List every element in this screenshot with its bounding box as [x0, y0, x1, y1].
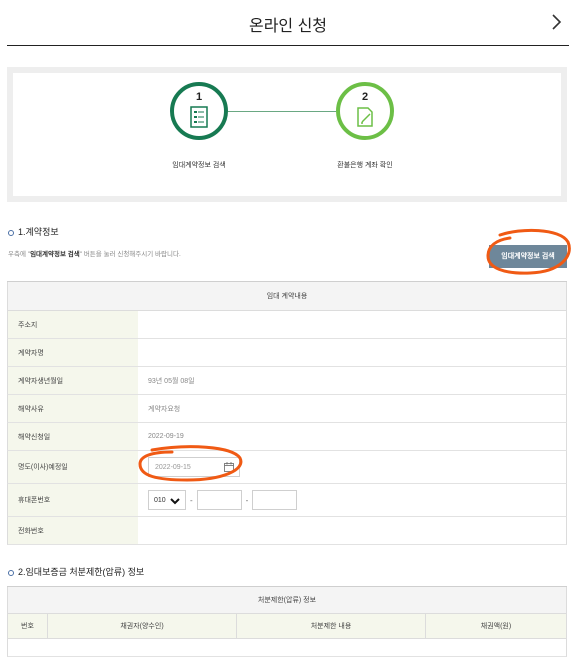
page-title: 온라인 신청	[248, 18, 328, 35]
row-value-tel	[138, 517, 566, 544]
table-row: 전화번호	[7, 517, 567, 545]
bullet-icon	[8, 569, 14, 576]
row-label-mobile: 휴대폰번호	[8, 484, 138, 516]
phone-middle-input[interactable]	[196, 490, 242, 510]
row-value-request-date: 2022-09-19	[148, 433, 184, 440]
step-2-label: 환불은행 계좌 확인	[337, 162, 393, 169]
column-header-amount: 채권액(원)	[480, 623, 512, 630]
phone-prefix-value: 010	[154, 496, 166, 504]
row-label-address: 주소지	[8, 311, 138, 338]
chevron-right-icon[interactable]	[548, 10, 566, 34]
step-1-circle: 1	[170, 82, 228, 140]
garnish-section-title-text: 2.임대보증금 처분제한(압류) 정보	[18, 567, 145, 577]
move-out-date-input[interactable]: 2022-09-15	[148, 457, 240, 477]
row-value-name	[138, 339, 566, 366]
move-out-date-text: 2022-09-15	[155, 463, 191, 471]
column-header-creditor: 채권자(양수인)	[48, 614, 237, 638]
row-label-request-date: 해약신청일	[8, 423, 138, 450]
row-label-name: 계약자명	[8, 339, 138, 366]
row-label-birthdate: 계약자생년월일	[8, 367, 138, 394]
notice-text-post: " 버튼을 눌러 신청해주시기 바랍니다.	[79, 251, 181, 258]
garnish-column-headers: 번호 채권자(양수인) 처분제한 내용 채권액(원)	[7, 614, 567, 639]
row-label-tel: 전화번호	[8, 517, 138, 544]
page-header: 온라인 신청	[0, 0, 576, 46]
step-1-label: 임대계약정보 검색	[172, 162, 226, 169]
table-row: 명도(이사)예정일 2022-09-15	[7, 451, 567, 484]
garnish-table-header: 처분제한(압류) 정보	[7, 587, 567, 614]
row-value-mobile: 010 - -	[138, 484, 566, 516]
garnish-table: 처분제한(압류) 정보 번호 채권자(양수인) 처분제한 내용 채권액(원)	[7, 586, 567, 657]
row-label-move-out: 명도(이사)예정일	[8, 451, 138, 483]
contract-search-button[interactable]: 임대계약정보 검색	[489, 245, 567, 268]
step-2-circle: 2	[336, 82, 394, 140]
step-connector	[228, 111, 336, 112]
column-header-number: 번호	[8, 614, 48, 638]
row-value-birthdate: 93년 05월 08일	[148, 377, 195, 385]
contract-notice: 우측에 "임대계약정보 검색" 버튼을 눌러 신청해주시기 바랍니다.	[8, 248, 181, 258]
notice-text-bold: 임대계약정보 검색	[30, 251, 80, 258]
row-value-reason: 계약자요청	[148, 405, 181, 413]
header-divider	[7, 45, 569, 46]
step-1-number: 1	[195, 91, 203, 103]
garnish-section-title: 2.임대보증금 처분제한(압류) 정보	[8, 565, 144, 578]
contract-section-title: 1.계약정보	[8, 225, 59, 238]
phone-dash-2: -	[245, 495, 249, 505]
column-header-content: 처분제한 내용	[237, 614, 426, 638]
phone-dash-1: -	[190, 495, 193, 505]
steps-panel-inner	[13, 73, 561, 196]
phone-prefix-select[interactable]: 010	[148, 490, 186, 510]
row-label-reason: 해약사유	[8, 395, 138, 422]
step-2-number: 2	[361, 91, 369, 103]
garnish-table-body	[7, 639, 567, 657]
edit-document-icon	[355, 106, 375, 128]
steps-panel	[7, 67, 567, 202]
contract-section-title-text: 1.계약정보	[18, 227, 59, 237]
contract-table: 임대 계약내용 주소지 계약자명 계약자생년월일 93년 05월 08일 해약사…	[7, 281, 567, 545]
contract-table-header: 임대 계약내용	[7, 282, 567, 311]
phone-last-input[interactable]	[252, 490, 298, 510]
row-value-address	[138, 311, 566, 338]
chevron-down-icon	[169, 495, 181, 507]
table-row: 계약자명	[7, 339, 567, 367]
table-row: 해약사유 계약자요청	[7, 395, 567, 423]
table-row: 계약자생년월일 93년 05월 08일	[7, 367, 567, 395]
table-row: 휴대폰번호 010 - -	[7, 484, 567, 517]
row-value-move-out: 2022-09-15	[138, 451, 566, 483]
calendar-icon[interactable]	[224, 462, 234, 472]
document-list-icon	[189, 106, 209, 128]
bullet-icon	[8, 229, 14, 236]
table-row: 주소지	[7, 311, 567, 339]
notice-text-pre: 우측에 "	[8, 251, 31, 258]
table-row: 해약신청일 2022-09-19	[7, 423, 567, 451]
